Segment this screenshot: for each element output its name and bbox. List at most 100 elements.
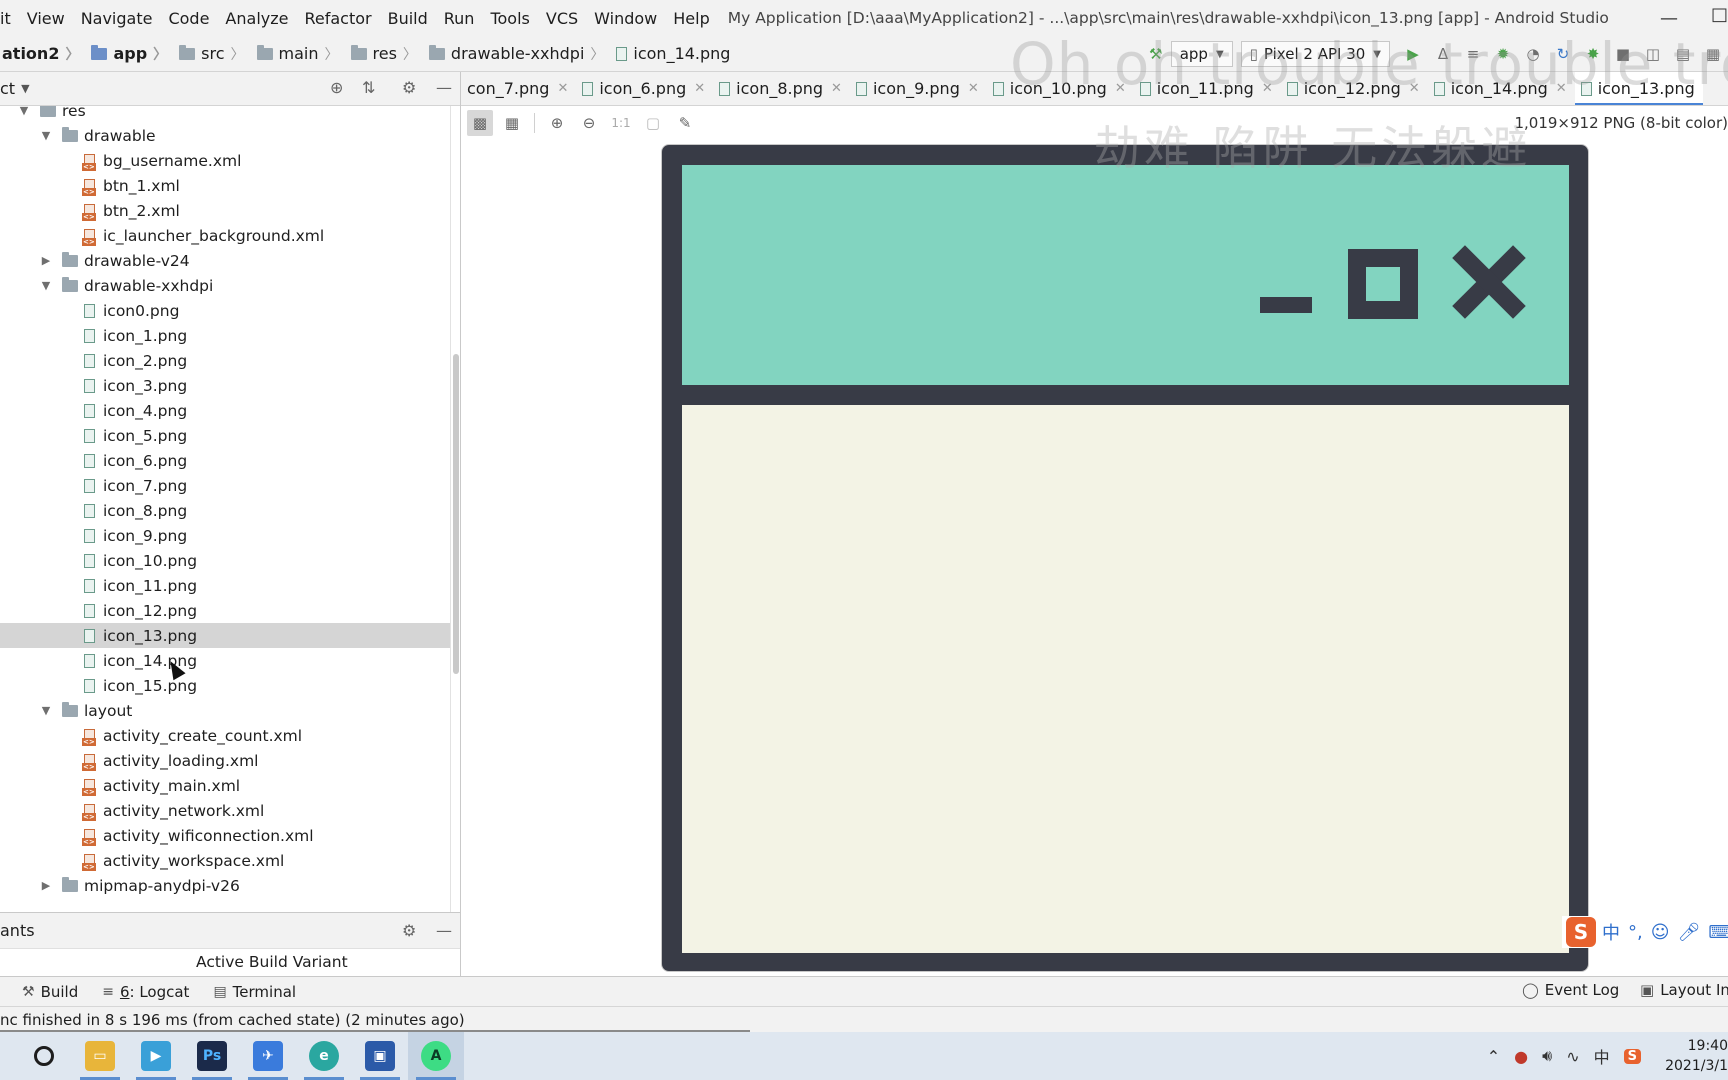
menu-window[interactable]: Window [586,9,665,28]
taskbar-media-player[interactable]: ▶ [128,1032,184,1080]
tree-file[interactable]: icon_5.png [0,423,450,448]
tree-folder[interactable]: ▼ res [0,106,450,123]
breadcrumb-project[interactable]: ation2 〉 [0,44,89,64]
tree-file[interactable]: icon_10.png [0,548,450,573]
locate-file-icon[interactable]: ⊕ [330,78,343,97]
close-icon[interactable]: ✕ [831,81,842,96]
menu-run[interactable]: Run [436,9,483,28]
editor-tab[interactable]: icon_9.png ✕ [850,72,987,105]
tree-file[interactable]: icon_14.png [0,648,450,673]
taskbar-clock[interactable]: 19:40 2021/3/1 [1658,1036,1728,1076]
breadcrumb-res[interactable]: res 〉 [349,44,427,64]
chevron-right-icon[interactable]: ▶ [40,879,52,892]
ime-punctuation-toggle[interactable]: °, [1628,922,1643,943]
editor-tab[interactable]: icon_6.png ✕ [576,72,713,105]
maximize-icon[interactable]: □ [1711,4,1728,25]
tree-file[interactable]: icon_8.png [0,498,450,523]
actual-size-button[interactable]: 1:1 [608,110,634,136]
tree-file[interactable]: icon0.png [0,298,450,323]
hide-panel-icon[interactable]: — [436,78,452,97]
taskbar-photoshop[interactable]: Ps [184,1032,240,1080]
chevron-up-icon[interactable]: ⌃ [1487,1047,1500,1066]
cortana-search-button[interactable] [16,1032,72,1080]
keyboard-icon[interactable]: ⌨ [1708,922,1728,943]
breadcrumb-file[interactable]: icon_14.png [614,44,734,63]
tree-file[interactable]: activity_workspace.xml [0,848,450,873]
menu-navigate[interactable]: Navigate [73,9,161,28]
menu-view[interactable]: View [19,9,73,28]
tree-file[interactable]: icon_6.png [0,448,450,473]
collapse-all-icon[interactable]: ⇅ [362,78,375,97]
tree-file[interactable]: icon_4.png [0,398,450,423]
tree-file[interactable]: bg_username.xml [0,148,450,173]
microphone-icon[interactable]: 🎤︎ [1678,922,1701,943]
qq-icon[interactable]: ● [1514,1047,1528,1066]
editor-tab[interactable]: con_7.png ✕ [461,72,576,105]
taskbar-file-explorer[interactable]: ▭ [72,1032,128,1080]
tree-file[interactable]: activity_wificonnection.xml [0,823,450,848]
menu-help[interactable]: Help [665,9,717,28]
chessboard-icon[interactable]: ▩ [467,110,493,136]
chevron-right-icon[interactable]: ▶ [40,254,52,267]
tree-file[interactable]: icon_9.png [0,523,450,548]
tree-file[interactable]: icon_1.png [0,323,450,348]
tree-file[interactable]: btn_1.xml [0,173,450,198]
chevron-down-icon[interactable]: ▼ [40,704,52,717]
close-icon[interactable]: ✕ [694,81,705,96]
logcat-tool-button[interactable]: ≡ 6: Logcat [102,983,189,1001]
chevron-down-icon[interactable]: ▼ [40,129,52,142]
menu-analyze[interactable]: Analyze [217,9,296,28]
tree-folder[interactable]: ▼ layout [0,698,450,723]
chevron-down-icon[interactable]: ▼ [18,106,30,117]
grid-icon[interactable]: ▦ [499,110,525,136]
color-picker-icon[interactable]: ✎ [672,110,698,136]
menu-vcs[interactable]: VCS [538,9,586,28]
chevron-down-icon[interactable]: ▼ [21,82,29,95]
tree-file[interactable]: icon_2.png [0,348,450,373]
close-icon[interactable]: ✕ [968,81,979,96]
tree-file[interactable]: icon_7.png [0,473,450,498]
tree-file[interactable]: activity_loading.xml [0,748,450,773]
tree-folder[interactable]: ▶ drawable-v24 [0,248,450,273]
tree-file[interactable]: ic_launcher_background.xml [0,223,450,248]
chevron-down-icon[interactable]: ▼ [40,279,52,292]
tree-file[interactable]: activity_create_count.xml [0,723,450,748]
event-log-button[interactable]: ◯ Event Log [1522,981,1619,999]
project-tree-scrollbar[interactable] [450,106,460,912]
sogou-tray-icon[interactable]: S [1623,1048,1641,1064]
menu-refactor[interactable]: Refactor [296,9,379,28]
taskbar-edge[interactable]: e [296,1032,352,1080]
volume-icon[interactable]: 🔊︎ [1542,1046,1552,1066]
tree-folder[interactable]: ▶ mipmap-anydpi-v26 [0,873,450,898]
fit-zoom-icon[interactable]: ▢ [640,110,666,136]
taskbar-feishu[interactable]: ✈ [240,1032,296,1080]
minimize-icon[interactable]: — [1660,8,1678,29]
sogou-logo-icon[interactable]: S [1566,917,1596,947]
tree-folder[interactable]: ▼ drawable-xxhdpi [0,273,450,298]
breadcrumb-drawable-xxhdpi[interactable]: drawable-xxhdpi 〉 [427,44,614,64]
scrollbar-thumb[interactable] [453,354,459,674]
terminal-tool-button[interactable]: ▤ Terminal [213,983,296,1001]
build-tool-button[interactable]: ⚒ Build [22,983,78,1001]
menu-code[interactable]: Code [160,9,217,28]
tree-file[interactable]: icon_3.png [0,373,450,398]
hide-panel-icon[interactable]: — [436,921,452,940]
input-language-indicator[interactable]: 中 [1594,1044,1610,1068]
breadcrumb-main[interactable]: main 〉 [255,44,349,64]
zoom-in-icon[interactable]: ⊕ [544,110,570,136]
wifi-icon[interactable]: ∿ [1566,1047,1579,1066]
tree-file[interactable]: activity_main.xml [0,773,450,798]
gear-icon[interactable]: ⚙ [402,921,416,940]
ime-mode-toggle[interactable]: 中 [1602,919,1620,945]
tree-folder[interactable]: ▼ drawable [0,123,450,148]
tree-file[interactable]: btn_2.xml [0,198,450,223]
tree-file[interactable]: icon_11.png [0,573,450,598]
gear-icon[interactable]: ⚙ [402,78,416,97]
menu-tools[interactable]: Tools [482,9,537,28]
tree-file[interactable]: icon_13.png [0,623,450,648]
taskbar-video-app[interactable]: ▣ [352,1032,408,1080]
taskbar-android-studio[interactable]: A [408,1032,464,1080]
close-icon[interactable]: ✕ [557,81,568,96]
menu-edit[interactable]: it [0,9,19,28]
tree-file[interactable]: activity_network.xml [0,798,450,823]
